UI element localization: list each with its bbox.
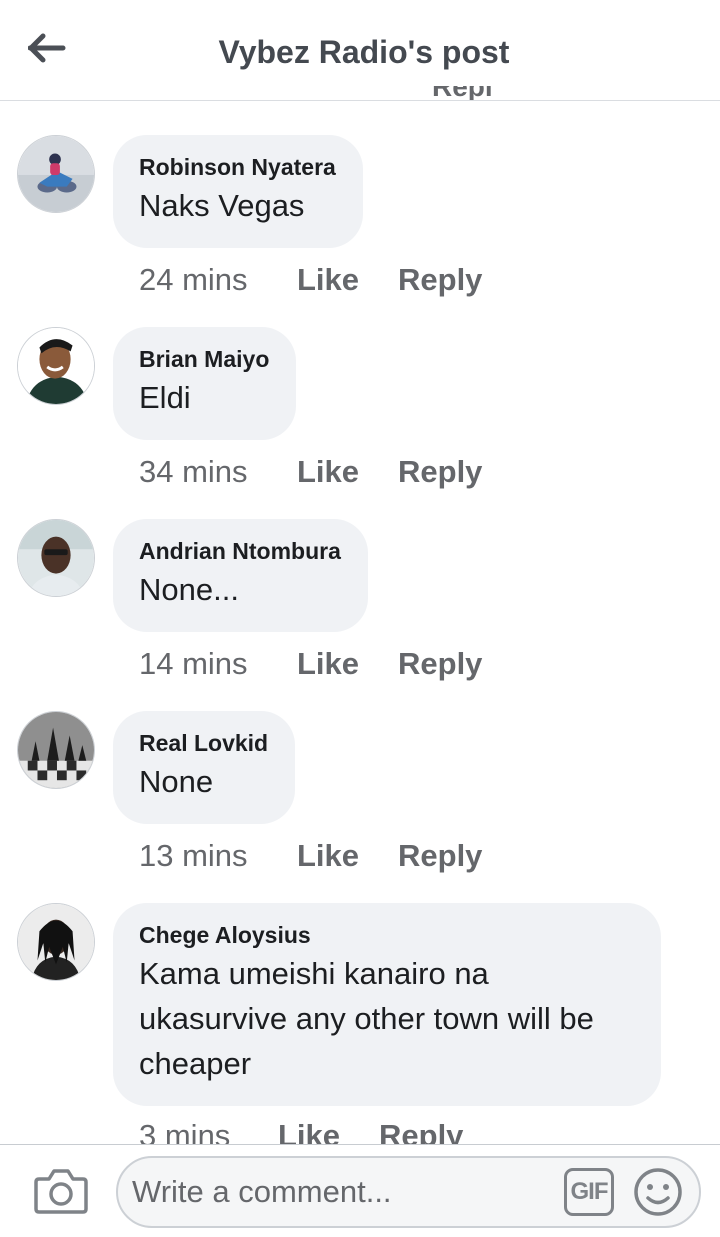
comment-actions: 13 mins Like Reply	[139, 836, 482, 876]
comment-timestamp: 3 mins	[139, 1118, 231, 1144]
page-title: Vybez Radio's post	[218, 34, 510, 70]
comment-input-box: GIF	[116, 1156, 701, 1228]
reply-button[interactable]: Reply	[379, 1118, 463, 1144]
like-button[interactable]: Like	[297, 454, 398, 490]
comment-author[interactable]: Brian Maiyo	[139, 346, 269, 372]
comment-list: Robinson Nyatera Naks Vegas 24 mins Like…	[0, 101, 720, 1144]
comment-text: None	[139, 764, 214, 799]
comment-bubble: Chege Aloysius Kama umeishi kanairo na u…	[113, 903, 661, 1106]
comment-bubble: Robinson Nyatera Naks Vegas	[113, 135, 363, 248]
comment-actions: 14 mins Like Reply	[139, 644, 482, 684]
comment-bubble: Brian Maiyo Eldi	[113, 327, 297, 440]
comment-actions: 3 mins Like Reply	[139, 1116, 463, 1144]
comment-composer: GIF	[0, 1144, 720, 1237]
comment-timestamp: 24 mins	[139, 262, 248, 297]
comment-text: None...	[139, 572, 239, 607]
comment-author[interactable]: Robinson Nyatera	[139, 154, 336, 180]
camera-icon	[34, 1169, 88, 1214]
comment-text: Naks Vegas	[139, 188, 305, 223]
like-button[interactable]: Like	[297, 262, 398, 298]
avatar-brian-maiyo[interactable]	[17, 327, 95, 405]
emoji-button[interactable]	[632, 1166, 684, 1218]
gif-button[interactable]: GIF	[564, 1168, 614, 1216]
like-button[interactable]: Like	[278, 1118, 379, 1144]
comment-actions: 24 mins Like Reply	[139, 260, 482, 300]
comment-bubble: Andrian Ntombura None...	[113, 519, 368, 632]
comment-timestamp: 14 mins	[139, 646, 248, 681]
comment-author[interactable]: Real Lovkid	[139, 730, 268, 756]
smiley-icon	[634, 1168, 682, 1216]
previous-reply-link-partial[interactable]: Reply	[432, 86, 492, 100]
camera-button[interactable]	[33, 1165, 89, 1217]
avatar-real-lovkid[interactable]	[17, 711, 95, 789]
avatar-robinson-nyatera[interactable]	[17, 135, 95, 213]
like-button[interactable]: Like	[297, 838, 398, 874]
reply-button[interactable]: Reply	[398, 262, 482, 298]
reply-button[interactable]: Reply	[398, 454, 482, 490]
like-button[interactable]: Like	[297, 646, 398, 682]
comment-author[interactable]: Chege Aloysius	[139, 922, 634, 948]
comment-input[interactable]	[132, 1168, 552, 1216]
avatar-andrian-ntombura[interactable]	[17, 519, 95, 597]
comment-author[interactable]: Andrian Ntombura	[139, 538, 341, 564]
comment-text: Kama umeishi kanairo na ukasurvive any o…	[139, 956, 594, 1081]
reply-button[interactable]: Reply	[398, 646, 482, 682]
comment-timestamp: 13 mins	[139, 838, 248, 873]
comment-text: Eldi	[139, 380, 191, 415]
comment-timestamp: 34 mins	[139, 454, 248, 489]
comment-actions: 34 mins Like Reply	[139, 452, 482, 492]
comment-bubble: Real Lovkid None	[113, 711, 296, 824]
top-bar: Vybez Radio's post Reply	[0, 0, 720, 101]
reply-button[interactable]: Reply	[398, 838, 482, 874]
avatar-chege-aloysius[interactable]	[17, 903, 95, 981]
